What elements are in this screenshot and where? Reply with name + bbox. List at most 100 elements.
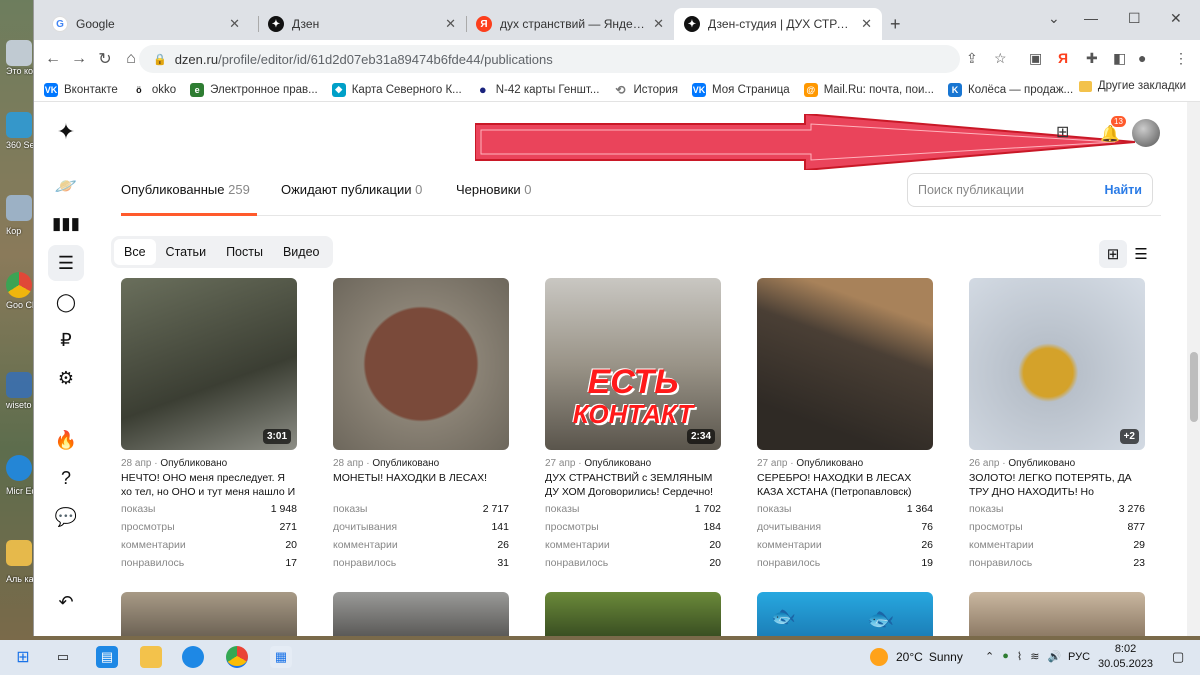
stats-icon[interactable]: ▮▮▮: [48, 206, 84, 242]
search-input[interactable]: Поиск публикации: [918, 183, 1024, 197]
yandex-extension-icon[interactable]: Я: [1058, 50, 1068, 66]
close-icon[interactable]: ✕: [229, 16, 240, 32]
task-view-icon[interactable]: ▭: [52, 646, 74, 668]
forward-icon[interactable]: →: [66, 50, 92, 68]
address-bar[interactable]: 🔒 dzen.ru/profile/editor/id/61d2d07eb31a…: [139, 45, 960, 73]
tab-dzen[interactable]: ✦ Дзен ✕: [258, 8, 466, 40]
bell-icon[interactable]: 🔔: [1100, 124, 1120, 144]
menu-icon[interactable]: ⋮: [1174, 50, 1188, 67]
bookmark-item[interactable]: e Электронное прав...: [190, 82, 318, 97]
search-button[interactable]: Найти: [1105, 183, 1142, 197]
page-scrollbar[interactable]: [1187, 102, 1200, 636]
create-icon[interactable]: ⊞: [1056, 122, 1069, 142]
other-bookmarks[interactable]: Другие закладки: [1078, 80, 1186, 92]
app-icon[interactable]: [6, 372, 32, 398]
network-icon[interactable]: ⌇: [1017, 650, 1022, 663]
back-icon[interactable]: ←: [40, 50, 66, 68]
windows-start-icon[interactable]: ⊞: [12, 646, 34, 668]
publication-title[interactable]: НЕЧТО! ОНО меня преследует. Я хо тел, но…: [121, 471, 297, 499]
publication-thumbnail[interactable]: +2: [969, 278, 1145, 450]
publication-thumbnail[interactable]: [969, 592, 1145, 636]
file-explorer-icon[interactable]: [140, 646, 162, 668]
avatar[interactable]: [1132, 119, 1160, 147]
bookmark-item[interactable]: VK Вконтакте: [44, 82, 118, 97]
list-view-icon[interactable]: ☰: [1127, 240, 1155, 268]
filter-posts[interactable]: Посты: [216, 239, 273, 265]
bookmark-item[interactable]: K Колёса — продаж...: [948, 82, 1073, 97]
dzen-logo-icon[interactable]: ✦: [48, 114, 84, 150]
folder-icon[interactable]: [6, 540, 32, 566]
back-arrow-icon[interactable]: ↶: [48, 584, 84, 620]
comments-icon[interactable]: ◯: [48, 284, 84, 320]
tab-yandex-search[interactable]: Я дух странствий — Яндекс: нашё ✕: [466, 8, 674, 40]
system-clock[interactable]: 8:02 30.05.2023: [1098, 642, 1153, 672]
tray-app-icon[interactable]: ●: [1002, 650, 1009, 663]
edge-icon[interactable]: [6, 455, 32, 481]
bookmark-item[interactable]: ◆ Карта Северного К...: [331, 82, 462, 97]
recycle-bin-icon[interactable]: [6, 195, 32, 221]
publication-title[interactable]: СЕРЕБРО! НАХОДКИ В ЛЕСАХ КАЗА ХСТАНА (Пе…: [757, 471, 933, 499]
close-icon[interactable]: ✕: [653, 16, 664, 32]
publication-search[interactable]: Поиск публикации Найти: [907, 173, 1153, 207]
share-icon[interactable]: ⇪: [966, 50, 978, 67]
publication-card[interactable]: 3:01 28 апр · Опубликовано НЕЧТО! ОНО ме…: [121, 278, 297, 571]
computer-icon[interactable]: [6, 40, 32, 66]
tab-dzen-studio[interactable]: ✦ Дзен-студия | ДУХ СТРАНСТВИ ✕: [674, 8, 882, 40]
bookmark-item[interactable]: ● N-42 карты Геншт...: [475, 82, 599, 97]
wifi-icon[interactable]: ≋: [1030, 650, 1039, 663]
minimize-button[interactable]: —: [1084, 10, 1098, 26]
chrome-icon[interactable]: [226, 646, 248, 668]
store-icon[interactable]: ▦: [270, 646, 292, 668]
scrollbar-thumb[interactable]: [1190, 352, 1198, 422]
tab-drafts[interactable]: Черновики 0: [456, 182, 532, 216]
ruble-icon[interactable]: ₽: [48, 322, 84, 358]
publication-thumbnail[interactable]: ЕСТЬ КОНТАКТ 2:34: [545, 278, 721, 450]
publication-thumbnail[interactable]: 🐟 🐟: [757, 592, 933, 636]
publications-icon[interactable]: ☰: [48, 245, 84, 281]
tab-google[interactable]: G Google ✕: [42, 8, 250, 40]
publication-thumbnail[interactable]: [121, 592, 297, 636]
chat-icon[interactable]: 💬: [48, 499, 84, 535]
filter-all[interactable]: Все: [114, 239, 156, 265]
monitor-app-icon[interactable]: ▤: [96, 646, 118, 668]
chrome-icon[interactable]: [6, 272, 32, 298]
planet-icon[interactable]: 🪐: [48, 168, 84, 204]
extension-icon[interactable]: ▣: [1029, 50, 1042, 67]
bookmark-star-icon[interactable]: ☆: [994, 50, 1007, 67]
help-icon[interactable]: ?: [48, 460, 84, 496]
puzzle-icon[interactable]: ✚: [1086, 50, 1098, 67]
chevron-up-icon[interactable]: ⌃: [985, 650, 994, 663]
tab-search-icon[interactable]: ⌄: [1048, 10, 1060, 27]
reload-icon[interactable]: ↻: [92, 49, 118, 69]
volume-icon[interactable]: 🔊: [1047, 650, 1061, 663]
maximize-button[interactable]: ☐: [1128, 10, 1141, 27]
bookmark-item[interactable]: VK Моя Страница: [692, 82, 790, 97]
publication-card[interactable]: 28 апр · Опубликовано МОНЕТЫ! НАХОДКИ В …: [333, 278, 509, 571]
publication-card[interactable]: +2 26 апр · Опубликовано ЗОЛОТО! ЛЕГКО П…: [969, 278, 1145, 571]
publication-thumbnail[interactable]: [757, 278, 933, 450]
edge-icon[interactable]: [182, 646, 204, 668]
tab-published[interactable]: Опубликованные 259: [121, 182, 257, 216]
publication-thumbnail[interactable]: [333, 592, 509, 636]
close-window-button[interactable]: ✕: [1170, 10, 1182, 27]
weather-widget[interactable]: 20°C Sunny: [870, 648, 963, 666]
settings-icon[interactable]: ⚙: [48, 360, 84, 396]
language-indicator[interactable]: РУС: [1068, 651, 1090, 663]
security-app-icon[interactable]: [6, 112, 32, 138]
new-tab-button[interactable]: +: [890, 14, 901, 35]
sidepanel-icon[interactable]: ◧: [1113, 50, 1126, 67]
bookmark-item[interactable]: @ Mail.Ru: почта, пои...: [803, 82, 934, 97]
publication-title[interactable]: МОНЕТЫ! НАХОДКИ В ЛЕСАХ!: [333, 471, 509, 499]
filter-video[interactable]: Видео: [273, 239, 330, 265]
publication-card[interactable]: 27 апр · Опубликовано СЕРЕБРО! НАХОДКИ В…: [757, 278, 933, 571]
publication-thumbnail[interactable]: [333, 278, 509, 450]
notification-icon[interactable]: ▢: [1172, 649, 1184, 665]
close-icon[interactable]: ✕: [445, 16, 456, 32]
publication-thumbnail[interactable]: [545, 592, 721, 636]
bookmark-item[interactable]: ö okko: [131, 82, 176, 97]
bookmark-item[interactable]: ⟲ История: [613, 82, 678, 97]
profile-icon[interactable]: ●: [1138, 50, 1146, 66]
tab-pending[interactable]: Ожидают публикации 0: [281, 182, 422, 216]
publication-thumbnail[interactable]: 3:01: [121, 278, 297, 450]
grid-view-icon[interactable]: ⊞: [1099, 240, 1127, 268]
